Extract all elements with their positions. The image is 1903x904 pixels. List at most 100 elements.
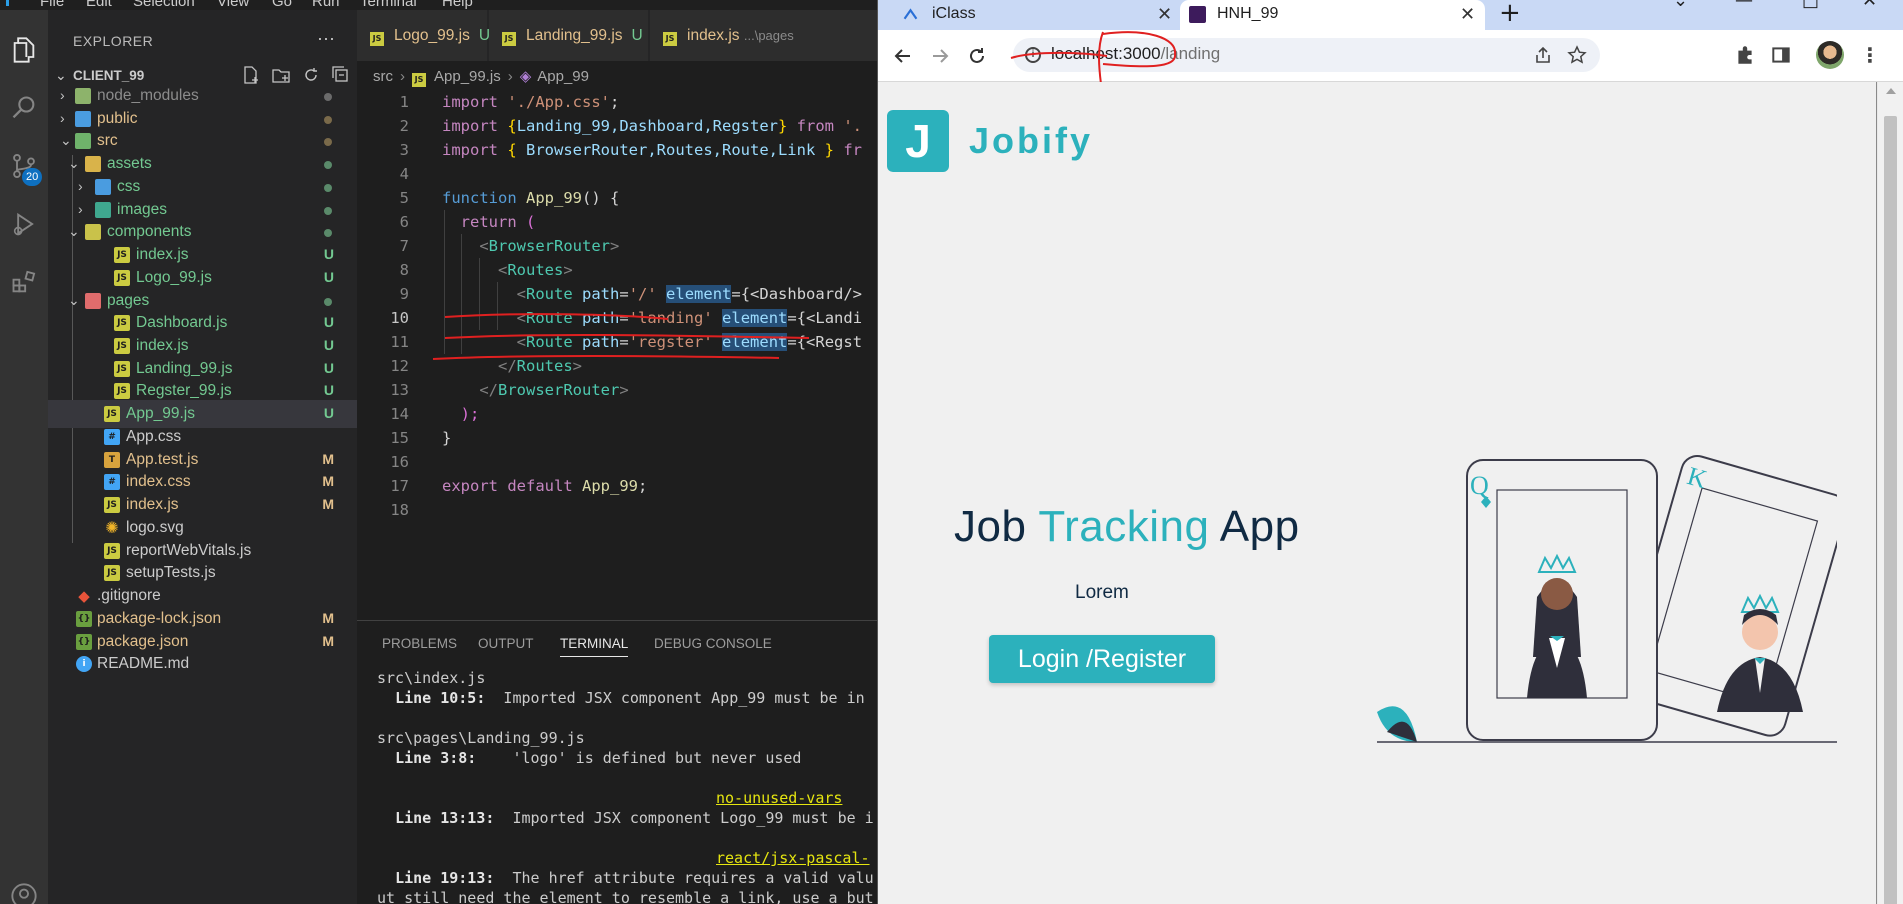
js-file-icon: JS bbox=[104, 565, 120, 581]
svg-file-icon: ✺ bbox=[105, 518, 119, 537]
js-file-icon: JS bbox=[114, 383, 130, 399]
tab-label: index.js bbox=[687, 27, 740, 44]
explorer-title: EXPLORER bbox=[73, 33, 154, 49]
profile-avatar[interactable] bbox=[1816, 41, 1844, 69]
bookmark-star-icon[interactable] bbox=[1567, 45, 1587, 65]
menu-selection[interactable]: Selection bbox=[133, 0, 195, 10]
side-panel-icon[interactable] bbox=[1770, 44, 1792, 66]
title-part: Job bbox=[954, 502, 1039, 551]
tab-problems[interactable]: PROBLEMS bbox=[382, 636, 457, 651]
site-info-icon[interactable]: i bbox=[1025, 47, 1041, 63]
url-host: localhost:3000 bbox=[1051, 44, 1161, 63]
more-menu-icon[interactable]: ⋮ bbox=[1860, 43, 1880, 67]
code-line: 1 import './App.css'; bbox=[399, 93, 620, 111]
browser-tab-hnh-99[interactable]: HNH_99 ✕ bbox=[1180, 0, 1485, 30]
chevron-down-icon[interactable]: ⌄ bbox=[1673, 0, 1688, 11]
js-file-icon: JS bbox=[114, 361, 130, 377]
new-tab-button[interactable]: + bbox=[1499, 0, 1521, 28]
terminal-rule-link[interactable]: no-unused-vars bbox=[716, 788, 842, 808]
terminal-line: Line 3:8: 'logo' is defined but never us… bbox=[395, 749, 802, 767]
js-file-icon: JS bbox=[114, 315, 130, 331]
search-icon bbox=[12, 96, 35, 119]
status-dot bbox=[324, 229, 332, 237]
folder-icon bbox=[95, 202, 111, 218]
extensions-puzzle-icon[interactable] bbox=[1734, 44, 1756, 66]
explorer-activity-button[interactable] bbox=[0, 26, 48, 74]
address-bar[interactable]: i localhost:3000/landing bbox=[1013, 38, 1600, 72]
js-file-icon: JS bbox=[412, 73, 426, 87]
terminal-line: Line 10:5: Imported JSX component App_99… bbox=[395, 689, 865, 707]
menu-file[interactable]: File bbox=[40, 0, 64, 10]
close-window-button[interactable]: ✕ bbox=[1862, 0, 1877, 11]
code-line: 10 <Route path='landing' element={<Landi bbox=[390, 309, 863, 327]
menu-go[interactable]: Go bbox=[272, 0, 292, 10]
breadcrumb-file[interactable]: App_99.js bbox=[434, 68, 501, 85]
run-debug-activity-button[interactable] bbox=[0, 200, 48, 248]
share-icon[interactable] bbox=[1533, 45, 1553, 65]
title-part: App bbox=[1209, 502, 1300, 551]
menu-view[interactable]: View bbox=[217, 0, 249, 10]
tab-title: HNH_99 bbox=[1217, 5, 1279, 22]
minimize-button[interactable]: — bbox=[1735, 0, 1753, 11]
hero-description: Lorem bbox=[1075, 582, 1129, 603]
page-scrollbar[interactable] bbox=[1878, 82, 1903, 904]
css-file-icon: # bbox=[104, 474, 120, 490]
code-line: 9 <Route path='/' element={<Dashboard/> bbox=[399, 285, 863, 303]
close-tab-icon[interactable]: ✕ bbox=[1460, 0, 1475, 28]
close-tab-icon[interactable]: ✕ bbox=[1157, 0, 1172, 28]
explorer-more-button[interactable]: ··· bbox=[317, 28, 335, 49]
js-file-icon: JS bbox=[663, 32, 677, 46]
terminal-line: ut still need the element to resemble a … bbox=[377, 889, 874, 904]
terminal-line: Line 19:13: The href attribute requires … bbox=[395, 869, 874, 887]
forward-button[interactable] bbox=[926, 42, 954, 70]
tab-index-js[interactable]: JS index.js ...\pages bbox=[650, 10, 877, 61]
tab-debug-console[interactable]: DEBUG CONSOLE bbox=[654, 636, 772, 651]
test-file-icon: T bbox=[104, 452, 120, 468]
js-file-icon: JS bbox=[104, 497, 120, 513]
js-file-icon: JS bbox=[502, 32, 516, 46]
scroll-up-icon[interactable] bbox=[1886, 88, 1896, 94]
landing-page: J Jobify Job Tracking App Lorem Login /R… bbox=[877, 82, 1877, 904]
source-control-activity-button[interactable]: 20 bbox=[0, 142, 48, 190]
breadcrumb-symbol[interactable]: App_99 bbox=[537, 68, 589, 85]
hero-title: Job Tracking App bbox=[954, 502, 1300, 552]
maximize-button[interactable]: □ bbox=[1802, 0, 1819, 11]
chrome-tab-strip: iClass ✕ HNH_99 ✕ + ⌄ — □ ✕ bbox=[877, 0, 1903, 30]
tab-logo-99-js[interactable]: JS Logo_99.js U bbox=[357, 10, 490, 61]
menu-edit[interactable]: Edit bbox=[86, 0, 112, 10]
search-activity-button[interactable] bbox=[0, 84, 48, 132]
info-file-icon: i bbox=[76, 656, 92, 672]
browser-tab-iclass[interactable]: iClass ✕ bbox=[877, 0, 1179, 30]
vscode-window: File Edit Selection View Go Run Terminal… bbox=[0, 0, 877, 904]
activity-bar: 20 bbox=[0, 10, 48, 904]
git-icon: ◆ bbox=[78, 587, 90, 605]
menu-run[interactable]: Run bbox=[312, 0, 340, 10]
code-editor[interactable]: 1 import './App.css'; 2 import {Landing_99… bbox=[357, 90, 877, 520]
accounts-activity-button[interactable] bbox=[0, 872, 48, 904]
terminal-rule-link[interactable]: react/jsx-pascal- bbox=[716, 848, 870, 868]
code-line: 16 bbox=[390, 453, 409, 471]
menu-help[interactable]: Help bbox=[442, 0, 473, 10]
status-dot bbox=[324, 161, 332, 169]
tab-terminal[interactable]: TERMINAL bbox=[560, 636, 629, 657]
jobify-wordmark: Jobify bbox=[969, 120, 1094, 161]
extensions-activity-button[interactable] bbox=[0, 258, 48, 306]
jobify-logo[interactable]: J bbox=[887, 110, 949, 172]
folder-icon bbox=[95, 179, 111, 195]
folder-open-icon bbox=[85, 156, 101, 172]
reload-button[interactable] bbox=[963, 42, 991, 70]
login-register-button[interactable]: Login /Register bbox=[989, 635, 1215, 683]
back-button[interactable] bbox=[889, 42, 917, 70]
code-line: 8 <Routes> bbox=[399, 261, 573, 279]
code-line: 3 import { BrowserRouter,Routes,Route,Lin… bbox=[399, 141, 862, 159]
scroll-thumb[interactable] bbox=[1884, 116, 1897, 904]
breadcrumb-src[interactable]: src bbox=[373, 68, 393, 85]
tab-landing-99-js[interactable]: JS Landing_99.js U bbox=[489, 10, 649, 61]
npm-file-icon: {} bbox=[76, 634, 92, 650]
arrow-left-icon bbox=[894, 49, 910, 63]
tree-file-readme-md[interactable]: i README.md bbox=[48, 650, 357, 678]
tab-label: Landing_99.js bbox=[526, 27, 623, 44]
tab-output[interactable]: OUTPUT bbox=[478, 636, 534, 651]
code-line: 13 </BrowserRouter> bbox=[390, 381, 629, 399]
menu-terminal[interactable]: Terminal bbox=[360, 0, 417, 10]
